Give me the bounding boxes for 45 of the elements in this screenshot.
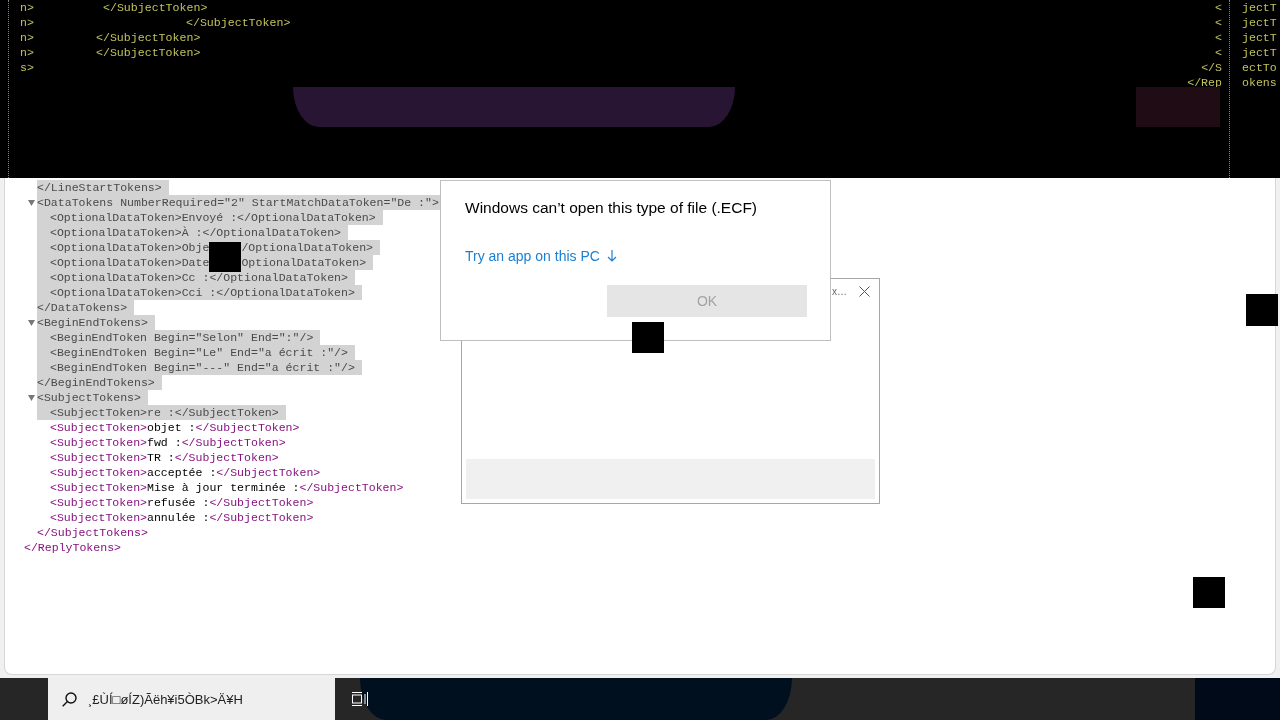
code-fragment: n> — [20, 0, 34, 15]
xml-code-line: <SubjectToken>acceptée :</SubjectToken> — [50, 465, 321, 480]
code-fragment: jectT — [1242, 16, 1277, 29]
expander-triangle-icon[interactable] — [28, 319, 35, 326]
xml-code-line: </ReplyTokens> — [24, 540, 121, 555]
redaction-block — [632, 322, 664, 353]
window-title: x… — [832, 285, 847, 297]
code-fragment: okens — [1242, 76, 1277, 89]
xml-code-line: <SubjectToken>annulée :</SubjectToken> — [50, 510, 314, 525]
code-fragment: < — [1215, 46, 1222, 59]
code-fragment: jectT — [1242, 46, 1277, 59]
app-link[interactable]: Try an app on this PC — [465, 246, 617, 266]
code-fragment: n> — [20, 15, 34, 30]
code-text: </SubjectToken> — [96, 30, 201, 45]
code-fragment: </Rep — [1187, 76, 1222, 89]
search-field[interactable]: ¸£ÙÍ□øÍZ)Ãëh¥i5ÒBk>Ä¥H — [48, 678, 335, 720]
code-fragment: < — [1215, 1, 1222, 14]
code-fragment: jectT — [1242, 31, 1277, 44]
expander-triangle-icon[interactable] — [28, 199, 35, 206]
code-fragment: s> — [20, 60, 34, 75]
redaction-block — [1193, 577, 1225, 608]
code-text: </SubjectToken> — [96, 45, 201, 60]
code-text: </SubjectToken> — [186, 15, 291, 30]
xml-code-line: </SubjectTokens> — [37, 525, 148, 540]
code-fragment: < — [1215, 16, 1222, 29]
xml-code-line: <SubjectToken>fwd :</SubjectToken> — [50, 435, 286, 450]
code-fragment: n> — [20, 45, 34, 60]
code-fragment: ectTo — [1242, 61, 1277, 74]
search-icon — [62, 691, 77, 707]
redaction-block — [1246, 294, 1278, 326]
code-text: </SubjectToken> — [103, 0, 208, 15]
dialog-title: Windows can’t open this type of file (.ECF) — [465, 198, 758, 218]
xml-code-line: <SubjectToken>Mise à jour terminée :</SubjectToken> — [50, 480, 404, 495]
xml-code-line: <SubjectToken>refusée :</SubjectToken> — [50, 495, 314, 510]
redaction-block — [209, 242, 242, 272]
expander-triangle-icon[interactable] — [28, 394, 35, 401]
xml-code-line: <SubjectToken>TR :</SubjectToken> — [50, 450, 279, 465]
task-view-icon[interactable] — [352, 692, 368, 706]
code-fragment: < — [1215, 31, 1222, 44]
close-icon[interactable] — [859, 285, 870, 297]
xml-code-line: <SubjectToken>objet :</SubjectToken> — [50, 420, 300, 435]
code-fragment: jectT — [1242, 1, 1277, 14]
code-fragment: </S — [1201, 61, 1222, 74]
code-fragment: n> — [20, 30, 34, 45]
down-arrow-icon — [606, 250, 617, 262]
